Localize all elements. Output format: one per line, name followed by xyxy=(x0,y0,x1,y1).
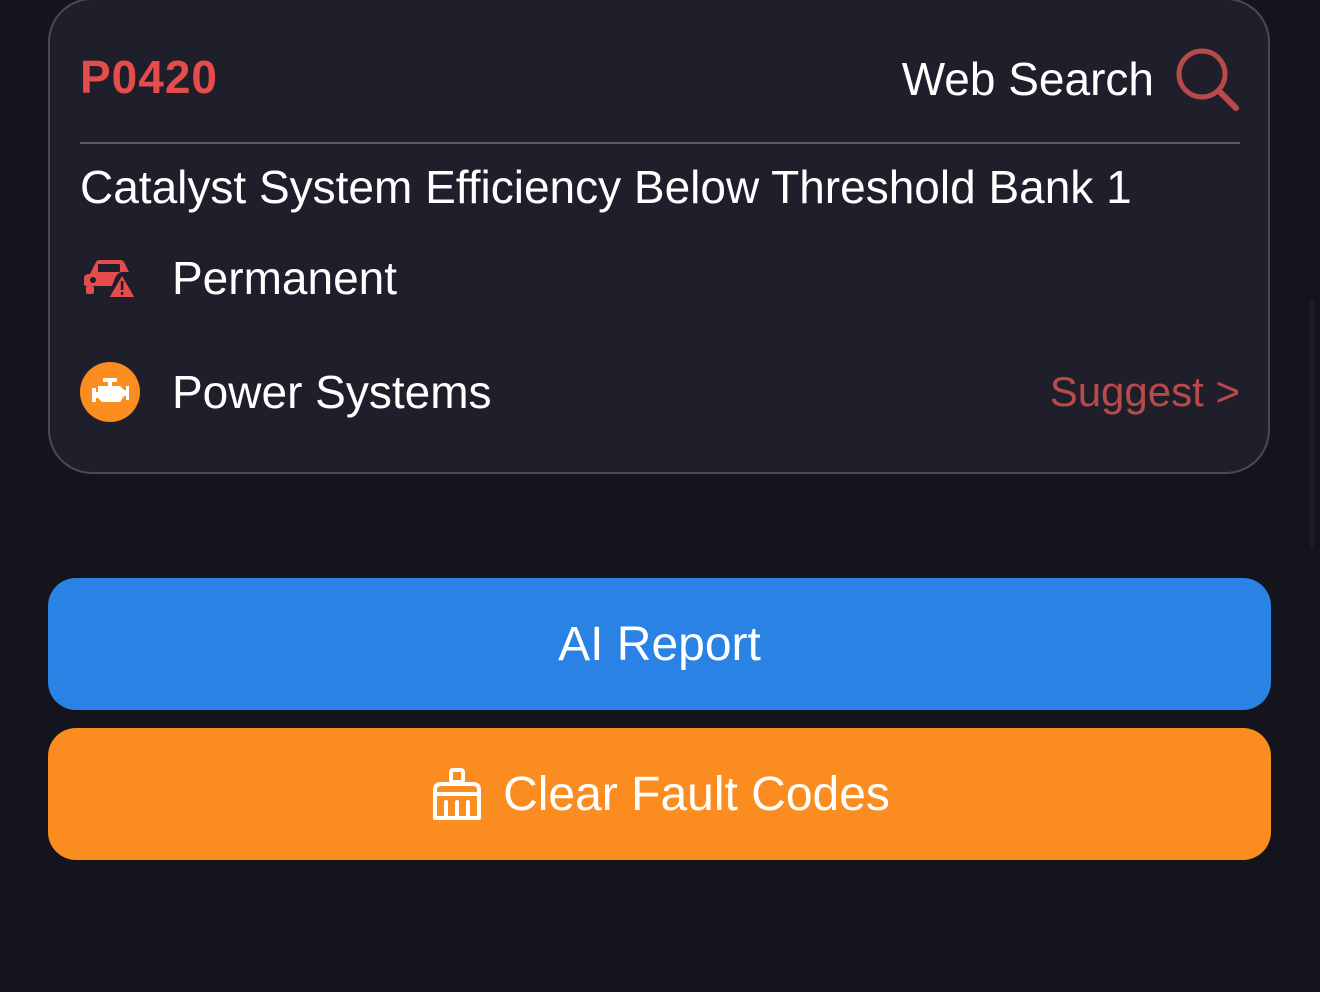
fault-description: Catalyst System Efficiency Below Thresho… xyxy=(80,161,1132,213)
status-row: Permanent xyxy=(80,246,1240,310)
ai-report-button[interactable]: AI Report xyxy=(48,578,1271,710)
page: P0420 Web Search Catalyst System Efficie… xyxy=(0,0,1320,992)
web-search-label: Web Search xyxy=(901,53,1154,105)
clear-fault-codes-label: Clear Fault Codes xyxy=(503,767,890,821)
car-warning-icon xyxy=(80,248,140,308)
ai-report-label: AI Report xyxy=(558,617,761,671)
header-divider xyxy=(80,142,1240,144)
system-row: Power Systems Suggest > xyxy=(80,360,1240,424)
broom-icon xyxy=(433,768,482,820)
scroll-indicator xyxy=(1310,300,1314,550)
system-label: Power Systems xyxy=(172,366,492,418)
web-search-button[interactable]: Web Search xyxy=(902,46,1240,112)
fault-code: P0420 xyxy=(80,51,219,103)
card-header: P0420 Web Search xyxy=(80,40,1240,126)
fault-code-card: P0420 Web Search Catalyst System Efficie… xyxy=(48,0,1270,474)
suggest-link[interactable]: Suggest > xyxy=(1050,368,1240,416)
search-icon xyxy=(1176,48,1239,111)
status-label: Permanent xyxy=(172,252,398,304)
engine-icon xyxy=(80,362,140,422)
clear-fault-codes-button[interactable]: Clear Fault Codes xyxy=(48,728,1271,860)
